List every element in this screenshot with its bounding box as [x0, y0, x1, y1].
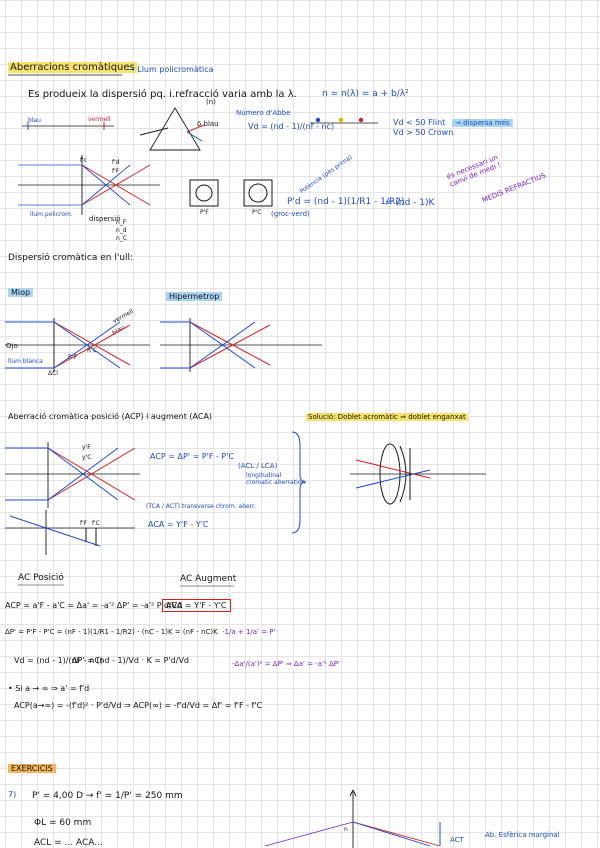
blue-red-axis [22, 122, 114, 130]
spectrum-dots [310, 117, 378, 124]
dispersion-ray-diagram [18, 155, 160, 215]
doublet-lens-diagram [350, 443, 486, 505]
hyperopia-diagram [160, 318, 322, 372]
image-spot-boxes [189, 179, 273, 207]
exercise-lens-diagram [264, 789, 441, 848]
acp-diagram [5, 442, 140, 508]
aca-diagram [5, 510, 135, 555]
hand-drawn-diagrams [5, 74, 486, 848]
prism-diagram [139, 107, 205, 151]
myopia-diagram [5, 318, 150, 372]
